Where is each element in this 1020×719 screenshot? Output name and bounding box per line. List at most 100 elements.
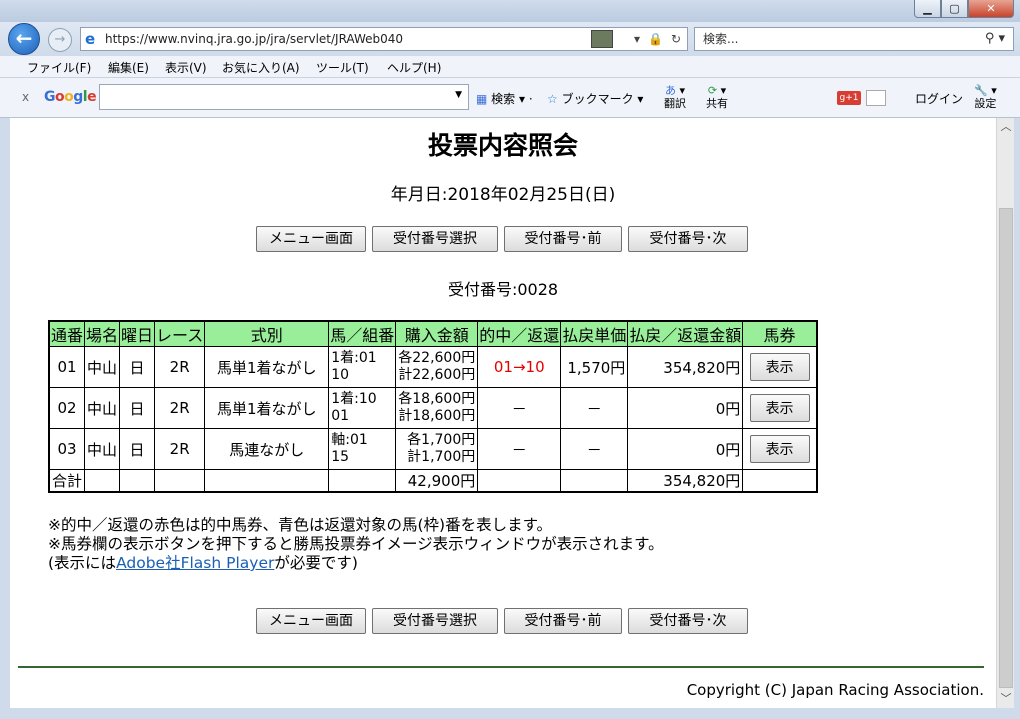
bookmark-button[interactable]: ☆ ブックマーク ▾ — [547, 90, 643, 107]
receipt-next-button[interactable]: 受付番号･次 — [628, 226, 748, 252]
bet-table: 通番 場名 曜日 レース 式別 馬／組番 購入金額 的中／返還 払戻単価 払戻／… — [48, 320, 818, 493]
cell-payout-amount: 0円 — [627, 387, 744, 429]
combination-line1: 1着:10 — [331, 391, 377, 407]
settings-label: 設定 — [974, 97, 997, 110]
total-empty — [154, 469, 206, 493]
cell-ticket: 表示 — [742, 428, 818, 470]
show-ticket-button[interactable]: 表示 — [749, 394, 810, 422]
scroll-thumb[interactable] — [999, 208, 1013, 688]
menu-help[interactable]: ヘルプ(H) — [387, 59, 441, 76]
lock-icon[interactable]: 🔒 — [648, 28, 663, 50]
cell-unit-payout: 1,570円 — [560, 346, 629, 388]
toolbar-close-icon[interactable]: x — [22, 90, 29, 104]
share-label: 共有 — [706, 97, 728, 110]
receipt-select-button[interactable]: 受付番号選択 — [372, 608, 498, 634]
window-frame-right — [1014, 118, 1020, 719]
share-button[interactable]: ⟳ ▾ 共有 — [706, 84, 728, 110]
cell-day: 日 — [119, 387, 156, 429]
combination-line2: 10 — [331, 367, 350, 383]
nav-buttons-bottom: メニュー画面 受付番号選択 受付番号･前 受付番号･次 — [256, 608, 748, 634]
amount-total: 計1,700円 — [407, 449, 476, 465]
note-line: (表示にはAdobe社Flash Playerが必要です) — [48, 554, 664, 573]
cell-day: 日 — [119, 428, 156, 470]
menu-favorites[interactable]: お気に入り(A) — [222, 59, 300, 76]
cell-payout-amount: 0円 — [627, 428, 744, 470]
minimize-icon[interactable]: ▁ — [914, 0, 941, 18]
header-payout-amount: 払戻／返還金額 — [627, 320, 744, 347]
cell-day: 日 — [119, 346, 156, 388]
google-search-button[interactable]: ▦ 検索 ▾ · — [476, 90, 533, 107]
receipt-prev-button[interactable]: 受付番号･前 — [504, 226, 622, 252]
header-combination: 馬／組番 — [328, 320, 397, 347]
menu-file[interactable]: ファイル(F) — [27, 59, 91, 76]
menu-view[interactable]: 表示(V) — [165, 59, 207, 76]
page-viewport: 投票内容照会 年月日:2018年02月25日(日) メニュー画面 受付番号選択 … — [10, 118, 996, 708]
window-titlebar: ▁ ▢ ✕ — [0, 0, 1020, 22]
total-empty — [742, 469, 818, 493]
window-controls: ▁ ▢ ✕ — [914, 0, 1014, 18]
translate-label: 翻訳 — [664, 97, 686, 110]
menu-screen-button[interactable]: メニュー画面 — [256, 608, 366, 634]
vertical-scrollbar[interactable]: ︿ ﹀ — [996, 118, 1014, 708]
gplus-icon[interactable]: g+1 — [837, 91, 861, 105]
menu-edit[interactable]: 編集(E) — [108, 59, 149, 76]
footer-divider — [18, 666, 984, 668]
header-purchase-amount: 購入金額 — [395, 320, 479, 347]
show-ticket-button[interactable]: 表示 — [749, 435, 810, 463]
cell-ticket: 表示 — [742, 387, 818, 429]
share-icon: ⟳ — [707, 84, 718, 97]
nav-buttons-top: メニュー画面 受付番号選択 受付番号･前 受付番号･次 — [256, 226, 748, 252]
scroll-up-icon[interactable]: ︿ — [997, 118, 1015, 136]
combination-line2: 15 — [331, 449, 350, 465]
forward-arrow-icon[interactable]: → — [48, 28, 72, 52]
total-purchase-amount: 42,900円 — [395, 469, 479, 493]
browser-search-input[interactable]: 検索... ⚲ ▾ — [694, 27, 1014, 51]
table-total-row: 合計 42,900円 354,820円 — [48, 469, 818, 493]
back-arrow-icon[interactable]: ← — [8, 23, 40, 55]
settings-button[interactable]: 🔧 ▾ 設定 — [974, 84, 997, 110]
cell-bet-type: 馬単1着ながし — [204, 346, 330, 388]
login-link[interactable]: ログイン — [915, 90, 963, 107]
cell-venue: 中山 — [84, 428, 121, 470]
show-ticket-button[interactable]: 表示 — [749, 353, 810, 381]
menu-tools[interactable]: ツール(T) — [316, 59, 369, 76]
amount-total: 計18,600円 — [398, 408, 476, 424]
scroll-down-icon[interactable]: ﹀ — [997, 690, 1015, 708]
address-row: ← → e https://www.nvinq.jra.go.jp/jra/se… — [0, 22, 1020, 56]
combination-line1: 軸:01 — [331, 432, 368, 448]
address-bar[interactable]: e https://www.nvinq.jra.go.jp/jra/servle… — [80, 27, 688, 51]
receipt-select-button[interactable]: 受付番号選択 — [372, 226, 498, 252]
compatibility-view-icon[interactable] — [591, 30, 613, 48]
menu-screen-button[interactable]: メニュー画面 — [256, 226, 366, 252]
receipt-next-button[interactable]: 受付番号･次 — [628, 608, 748, 634]
total-empty — [477, 469, 562, 493]
combination-line2: 01 — [331, 408, 350, 424]
cell-purchase-amount: 各18,600円 計18,600円 — [395, 387, 479, 429]
receipt-prev-button[interactable]: 受付番号･前 — [504, 608, 622, 634]
address-dropdown-icon[interactable]: ▾ — [634, 28, 640, 50]
table-row: 02 中山 日 2R 馬単1着ながし 1着:10 01 各18,600円 計18,6… — [48, 387, 818, 429]
maximize-icon[interactable]: ▢ — [941, 0, 968, 18]
cell-bet-type: 馬連ながし — [204, 428, 330, 470]
amount-each: 各18,600円 — [398, 391, 476, 407]
header-race: レース — [154, 320, 206, 347]
close-icon[interactable]: ✕ — [968, 0, 1014, 18]
search-icon[interactable]: ⚲ ▾ — [985, 28, 1005, 50]
cell-venue: 中山 — [84, 346, 121, 388]
google-search-input[interactable]: ▼ — [99, 84, 469, 110]
page-title: 投票内容照会 — [427, 131, 578, 160]
cell-combination: 軸:01 15 — [328, 428, 397, 470]
flash-player-link[interactable]: Adobe社Flash Player — [116, 554, 274, 572]
total-label: 合計 — [48, 469, 86, 493]
translate-button[interactable]: あ ▾ 翻訳 — [664, 84, 686, 110]
note-text: が必要です) — [274, 554, 358, 572]
total-payout-amount: 354,820円 — [627, 469, 744, 493]
chevron-down-icon[interactable]: ▼ — [455, 90, 462, 100]
amount-each: 各22,600円 — [398, 350, 476, 366]
header-day: 曜日 — [119, 320, 156, 347]
cell-bet-type: 馬単1着ながし — [204, 387, 330, 429]
window-frame-left — [0, 118, 10, 719]
refresh-icon[interactable]: ↻ — [671, 28, 681, 50]
address-url: https://www.nvinq.jra.go.jp/jra/servlet/… — [105, 32, 404, 46]
cell-payout-amount: 354,820円 — [627, 346, 744, 388]
